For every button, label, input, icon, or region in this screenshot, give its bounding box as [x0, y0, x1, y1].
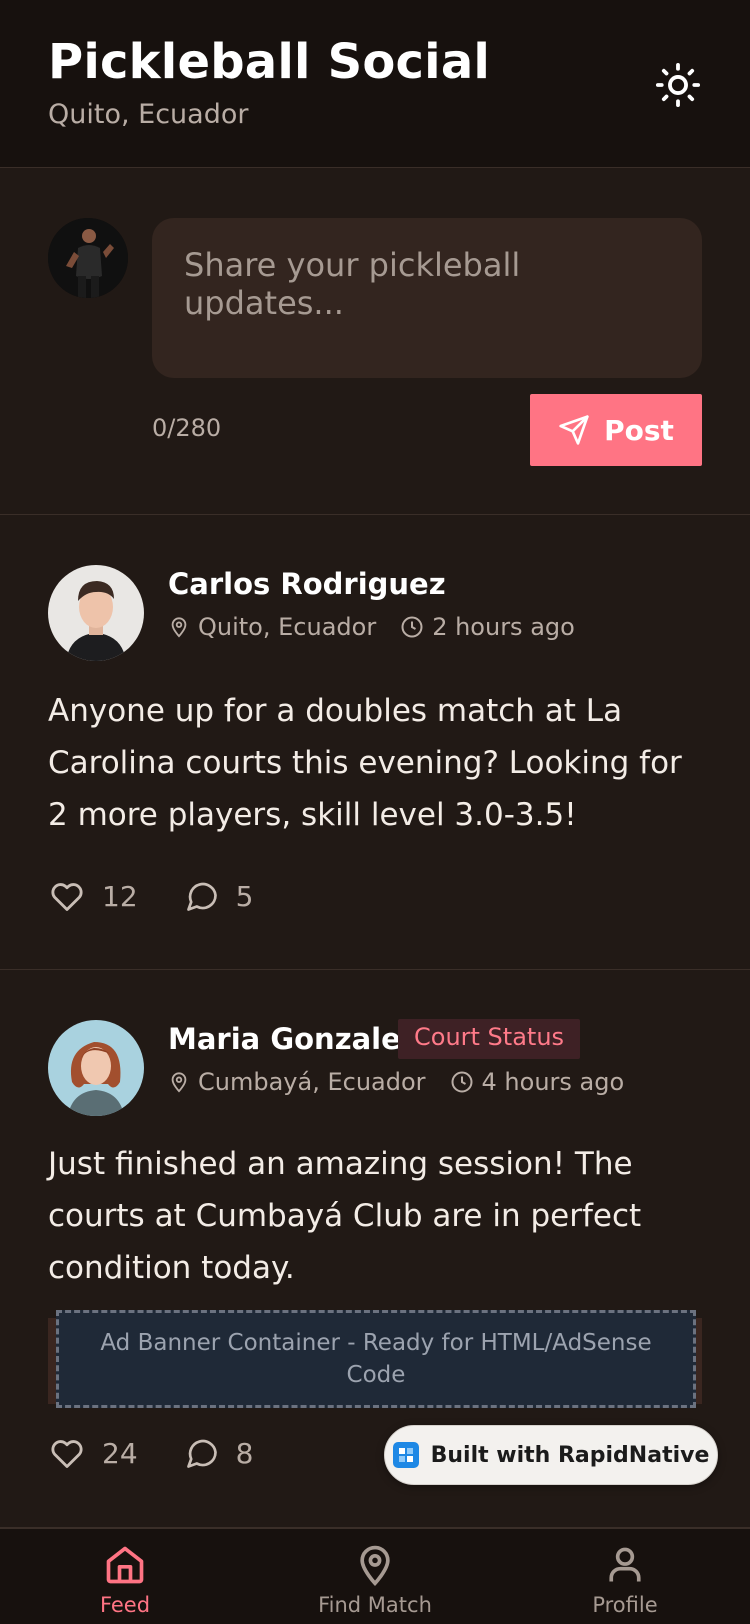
post-time: 4 hours ago — [450, 1068, 625, 1096]
post-category-badge: Court Status — [398, 1019, 581, 1059]
nav-item-feed[interactable]: Feed — [45, 1543, 205, 1624]
app-location: Quito, Ecuador — [48, 99, 249, 130]
like-button[interactable]: 24 — [48, 1434, 138, 1472]
post-meta: Quito, Ecuador 2 hours ago — [168, 613, 599, 641]
nav-item-find-match[interactable]: Find Match — [295, 1543, 455, 1624]
comment-count: 5 — [235, 879, 254, 913]
post-time: 2 hours ago — [400, 613, 575, 641]
ad-banner-frame: Ad Banner Container - Ready for HTML/AdS… — [48, 1310, 702, 1408]
like-count: 24 — [102, 1436, 138, 1470]
nav-label: Profile — [592, 1593, 658, 1617]
comment-icon — [186, 1439, 217, 1468]
nav-item-profile[interactable]: Profile — [545, 1543, 705, 1624]
like-button[interactable]: 12 — [48, 877, 138, 915]
rapidnative-logo-icon — [392, 1442, 419, 1468]
nav-label: Feed — [99, 1593, 151, 1617]
comment-icon — [186, 882, 217, 911]
post-body: Anyone up for a doubles match at La Caro… — [48, 693, 682, 833]
map-pin-icon — [171, 1072, 187, 1093]
avatar-image — [48, 218, 128, 298]
map-pin-icon — [360, 1545, 390, 1587]
post-author-name[interactable]: Carlos Rodriguez — [168, 567, 446, 601]
sun-icon — [655, 62, 701, 108]
post-meta: Cumbayá, Ecuador 4 hours ago — [168, 1068, 648, 1096]
heart-icon — [51, 1440, 83, 1468]
post-input[interactable] — [152, 218, 702, 378]
post-button[interactable]: Post — [530, 394, 702, 466]
app-title: Pickleball Social — [48, 34, 491, 90]
app-root: Pickleball Social Quito, Ecuador Share y… — [0, 0, 750, 1624]
built-with-badge[interactable]: Built with RapidNative — [384, 1425, 718, 1485]
author-avatar[interactable] — [48, 1020, 144, 1116]
clock-icon — [401, 616, 423, 638]
like-count: 12 — [102, 879, 138, 913]
post-time-text: 2 hours ago — [432, 613, 575, 641]
current-user-avatar[interactable] — [48, 218, 128, 298]
comment-count: 8 — [235, 1436, 254, 1470]
feed-post: Carlos Rodriguez Quito, Ecuador 2 hours … — [0, 515, 750, 970]
post-location-text: Cumbayá, Ecuador — [198, 1068, 426, 1096]
post-composer: 0/280 Post — [0, 168, 750, 515]
author-avatar[interactable] — [48, 565, 144, 661]
post-actions: 12 5 — [48, 877, 299, 915]
heart-icon — [51, 883, 83, 911]
user-icon — [609, 1547, 641, 1582]
post-body: Just finished an amazing session! The co… — [48, 1146, 642, 1286]
post-actions: 24 8 — [48, 1434, 299, 1472]
nav-label: Find Match — [318, 1593, 432, 1617]
avatar-image — [48, 1020, 144, 1116]
post-button-label: Post — [604, 413, 674, 447]
built-with-label: Built with RapidNative — [430, 1442, 710, 1468]
ad-banner[interactable]: Ad Banner Container - Ready for HTML/AdS… — [56, 1310, 696, 1408]
character-counter: 0/280 — [152, 414, 222, 442]
avatar-image — [48, 565, 144, 661]
map-pin-icon — [171, 617, 187, 638]
app-header: Pickleball Social Quito, Ecuador — [0, 0, 750, 168]
post-location: Quito, Ecuador — [168, 613, 376, 641]
clock-icon — [451, 1071, 473, 1093]
post-location-text: Quito, Ecuador — [198, 613, 377, 641]
comment-button[interactable]: 8 — [184, 1435, 254, 1471]
bottom-navigation: Feed Find Match Profile — [0, 1528, 750, 1624]
send-icon — [559, 415, 589, 445]
theme-toggle-button[interactable] — [651, 58, 705, 112]
post-time-text: 4 hours ago — [481, 1068, 625, 1096]
post-author-name[interactable]: Maria Gonzalez — [168, 1022, 418, 1056]
comment-button[interactable]: 5 — [184, 878, 254, 914]
post-location: Cumbayá, Ecuador — [168, 1068, 426, 1096]
home-icon — [106, 1546, 144, 1584]
